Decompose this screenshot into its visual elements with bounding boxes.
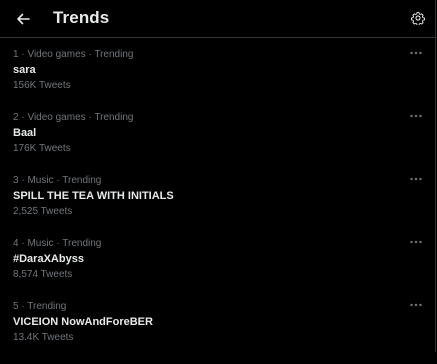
trend-tweet-count: 13.4K Tweets [13, 332, 74, 343]
more-options-button[interactable] [408, 299, 424, 311]
more-options-button[interactable] [408, 110, 424, 122]
page-title: Trends [53, 8, 110, 27]
settings-button[interactable] [410, 10, 426, 26]
gear-icon [411, 11, 425, 25]
trend-name: SPILL THE TEA WITH INITIALS [13, 190, 174, 202]
trend-tweet-count: 156K Tweets [13, 80, 71, 91]
trend-item[interactable]: 4 · Music · Trending #DaraXAbyss 8,574 T… [0, 238, 436, 301]
more-options-button[interactable] [408, 173, 424, 185]
more-horizontal-icon [410, 240, 422, 244]
more-options-button[interactable] [408, 47, 424, 59]
trend-meta: 3 · Music · Trending [13, 175, 102, 186]
arrow-left-icon [17, 13, 30, 25]
trend-meta: 4 · Music · Trending [13, 238, 102, 249]
trend-meta: 1 · Video games · Trending [13, 49, 134, 60]
trend-name: Baal [13, 127, 37, 139]
page-header: Trends [0, 0, 436, 38]
trend-meta: 2 · Video games · Trending [13, 112, 134, 123]
more-options-button[interactable] [408, 236, 424, 248]
trend-tweet-count: 176K Tweets [13, 143, 71, 154]
trends-panel: Trends 1 · Video games · Trending sara 1… [0, 0, 436, 352]
trend-name: sara [13, 64, 36, 76]
more-horizontal-icon [410, 303, 422, 307]
trend-item[interactable]: 2 · Video games · Trending Baal 176K Twe… [0, 112, 436, 175]
trend-name: #DaraXAbyss [13, 253, 84, 265]
trend-tweet-count: 2,525 Tweets [13, 206, 73, 217]
trend-item[interactable]: 3 · Music · Trending SPILL THE TEA WITH … [0, 175, 436, 238]
more-horizontal-icon [410, 177, 422, 181]
trend-item[interactable]: 1 · Video games · Trending sara 156K Twe… [0, 49, 436, 112]
trend-meta: 5 · Trending [13, 301, 67, 312]
back-button[interactable] [12, 8, 34, 30]
more-horizontal-icon [410, 51, 422, 55]
trend-item[interactable]: 5 · Trending VICEION NowAndForeBER 13.4K… [0, 301, 436, 364]
trend-name: VICEION NowAndForeBER [13, 316, 153, 328]
trend-tweet-count: 8,574 Tweets [13, 269, 73, 280]
more-horizontal-icon [410, 114, 422, 118]
